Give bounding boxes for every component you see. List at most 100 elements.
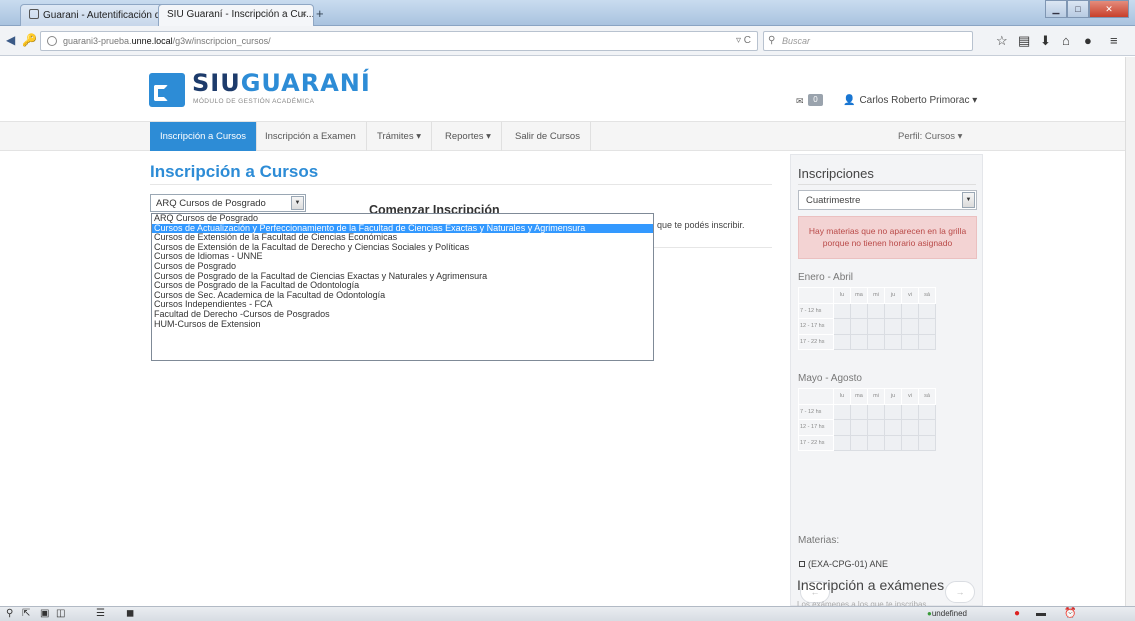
grid-cell xyxy=(850,403,868,421)
identity-icon[interactable]: 🔑 xyxy=(22,33,37,47)
grid-cell xyxy=(884,302,902,320)
dropdown-option[interactable]: ARQ Cursos de Posgrado xyxy=(152,214,653,224)
menu-inscripcion-cursos[interactable]: Inscripción a Cursos xyxy=(150,122,258,151)
grid-cell xyxy=(867,302,885,320)
periodo-select-value: Cuatrimestre xyxy=(806,195,861,206)
dropdown-option[interactable]: Facultad de Derecho -Cursos de Posgrados xyxy=(152,310,653,320)
propuesta-select-value: ARQ Cursos de Posgrado xyxy=(156,198,266,209)
logo-siu: SIU xyxy=(192,69,241,97)
grid-cell xyxy=(884,419,902,436)
grid-day-header: ju xyxy=(884,287,902,304)
tab-autentificacion[interactable]: Guarani - Autentificación d... × xyxy=(20,4,178,26)
schedule-grid-1: lu ma mi ju vi sá 7 - 12 hs 12 - 17 hs 17 - 22 h… xyxy=(798,287,936,351)
page-title: Inscripción a Cursos xyxy=(150,162,319,181)
home-icon[interactable]: ⌂ xyxy=(1062,33,1070,48)
grid-day-header: vi xyxy=(901,388,919,405)
grid-day-header: mi xyxy=(867,388,885,405)
dropdown-option[interactable]: Cursos de Actualización y Perfeccionamie… xyxy=(152,223,653,234)
schedule-grid-2: lu ma mi ju vi sá 7 - 12 hs 12 - 17 hs 17 - 22 h… xyxy=(798,388,936,452)
page-content: SIUGUARANÍ MÓDULO DE GESTIÓN ACADÉMICA ✉… xyxy=(0,57,1125,606)
dropdown-option[interactable]: HUM-Cursos de Extension xyxy=(152,320,653,330)
tab-label: SIU Guaraní - Inscripción a Cur... xyxy=(167,9,314,20)
reload-icon[interactable]: ▿ C xyxy=(736,35,751,46)
minimize-icon[interactable]: ▁ xyxy=(1045,0,1067,18)
dropdown-option[interactable]: Cursos de Extensión de la Facultad de De… xyxy=(152,243,653,253)
url-prefix: guarani3-prueba. xyxy=(63,36,132,46)
app-header: SIUGUARANÍ MÓDULO DE GESTIÓN ACADÉMICA ✉… xyxy=(0,57,1125,121)
dropdown-option[interactable]: Cursos de Sec. Academica de la Facultad … xyxy=(152,291,653,301)
grid-corner xyxy=(798,388,834,405)
globe-icon xyxy=(47,36,57,46)
url-domain: unne.local xyxy=(131,36,173,46)
window-close-icon[interactable]: ✕ xyxy=(1089,0,1129,18)
minus-icon[interactable]: ▬ xyxy=(1036,608,1046,619)
dropdown-option[interactable]: Cursos de Idiomas - UNNE xyxy=(152,252,653,262)
clock-icon[interactable]: ⏰ xyxy=(1064,608,1076,619)
info-text: que te podés inscribir. xyxy=(657,220,745,230)
search-icon[interactable]: ⚲ xyxy=(6,608,13,619)
grid-day-header: lu xyxy=(833,287,851,304)
periodo-select[interactable]: Cuatrimestre ▼ xyxy=(798,190,977,210)
chevron-down-icon[interactable]: ▼ xyxy=(962,192,975,208)
grid-day-header: lu xyxy=(833,388,851,405)
menu-reportes[interactable]: Reportes ▾ xyxy=(435,122,502,151)
grid-cell xyxy=(850,419,868,436)
bookmark-star-icon[interactable]: ☆ xyxy=(996,33,1008,49)
grid-cell xyxy=(884,434,902,452)
divider xyxy=(150,184,772,185)
grid-row-label: 12 - 17 hs xyxy=(798,318,834,335)
grid-cell xyxy=(918,403,936,421)
tab-label: Guarani - Autentificación d... xyxy=(43,10,169,21)
materia-item[interactable]: (EXA-CPG-01) ANE xyxy=(799,559,888,569)
back-icon[interactable]: ◀ xyxy=(6,33,15,47)
propuesta-dropdown-list[interactable]: ARQ Cursos de Posgrado Cursos de Actualiz… xyxy=(151,213,654,361)
addon-icon[interactable]: ● xyxy=(1084,33,1092,48)
dropdown-option[interactable]: Cursos Independientes - FCA xyxy=(152,300,653,310)
examenes-title: Inscripción a exámenes xyxy=(797,577,945,593)
download-icon[interactable]: ⬇ xyxy=(1040,33,1051,49)
layout-icon[interactable]: ◫ xyxy=(56,608,65,619)
menu-salir-cursos[interactable]: Salir de Cursos xyxy=(505,122,591,151)
addon-icon[interactable]: ◼ xyxy=(126,608,134,619)
main-menu: Inscripción a Cursos Inscripción a Exame… xyxy=(0,121,1125,151)
status-undefined-label: undefined xyxy=(931,609,967,618)
grid-cell xyxy=(867,419,885,436)
dropdown-option[interactable]: Cursos de Posgrado xyxy=(152,262,653,272)
grid-cell xyxy=(833,434,851,452)
message-count-badge[interactable]: 0 xyxy=(808,94,823,106)
list-icon[interactable]: ☰ xyxy=(96,608,105,619)
search-input[interactable]: ⚲ Buscar xyxy=(763,31,973,51)
grid-day-header: sá xyxy=(918,388,936,405)
tab-inscripcion[interactable]: SIU Guaraní - Inscripción a Cur... × xyxy=(158,4,314,26)
menu-inscripcion-examen[interactable]: Inscripción a Examen xyxy=(255,122,367,151)
page-scrollbar[interactable] xyxy=(1125,57,1135,606)
share-icon[interactable]: ⇱ xyxy=(22,608,30,619)
divider xyxy=(798,184,976,185)
clipboard-icon[interactable]: ▤ xyxy=(1018,33,1030,49)
menu-icon[interactable]: ≡ xyxy=(1110,33,1118,48)
dropdown-option[interactable]: Cursos de Posgrado de la Facultad de Cie… xyxy=(152,272,653,282)
new-tab-button[interactable]: + xyxy=(316,6,324,21)
grid-cell xyxy=(867,333,885,351)
dropdown-option[interactable]: Cursos de Posgrado de la Facultad de Odo… xyxy=(152,281,653,291)
grid-cell xyxy=(901,333,919,351)
maximize-icon[interactable]: □ xyxy=(1067,0,1089,18)
sidebar-title: Inscripciones xyxy=(798,166,874,181)
menu-tramites[interactable]: Trámites ▾ xyxy=(367,122,433,151)
browser-navbar: ◀ 🔑 guarani3-prueba.unne.local/g3w/inscr… xyxy=(0,26,1135,56)
alert-icon[interactable]: ● xyxy=(1014,608,1020,619)
grid-cell xyxy=(833,318,851,335)
perfil-selector[interactable]: Perfil: Cursos ▾ xyxy=(898,122,962,151)
propuesta-select[interactable]: ARQ Cursos de Posgrado ▼ xyxy=(150,194,306,212)
logo[interactable]: SIUGUARANÍ xyxy=(192,69,371,97)
chevron-down-icon[interactable]: ▼ xyxy=(291,196,304,210)
status-undefined: ●undefined xyxy=(927,609,967,618)
screenshot-icon[interactable]: ▣ xyxy=(40,608,49,619)
envelope-icon[interactable]: ✉ xyxy=(796,96,804,107)
user-menu[interactable]: 👤 Carlos Roberto Primorac ▾ xyxy=(843,95,977,106)
next-button[interactable]: → xyxy=(945,581,975,603)
grid1-title: Enero - Abril xyxy=(798,272,854,283)
dropdown-option[interactable]: Cursos de Extensión de la Facultad de Ci… xyxy=(152,233,653,243)
close-tab-icon[interactable]: × xyxy=(301,9,307,20)
address-bar[interactable]: guarani3-prueba.unne.local/g3w/inscripci… xyxy=(40,31,758,51)
